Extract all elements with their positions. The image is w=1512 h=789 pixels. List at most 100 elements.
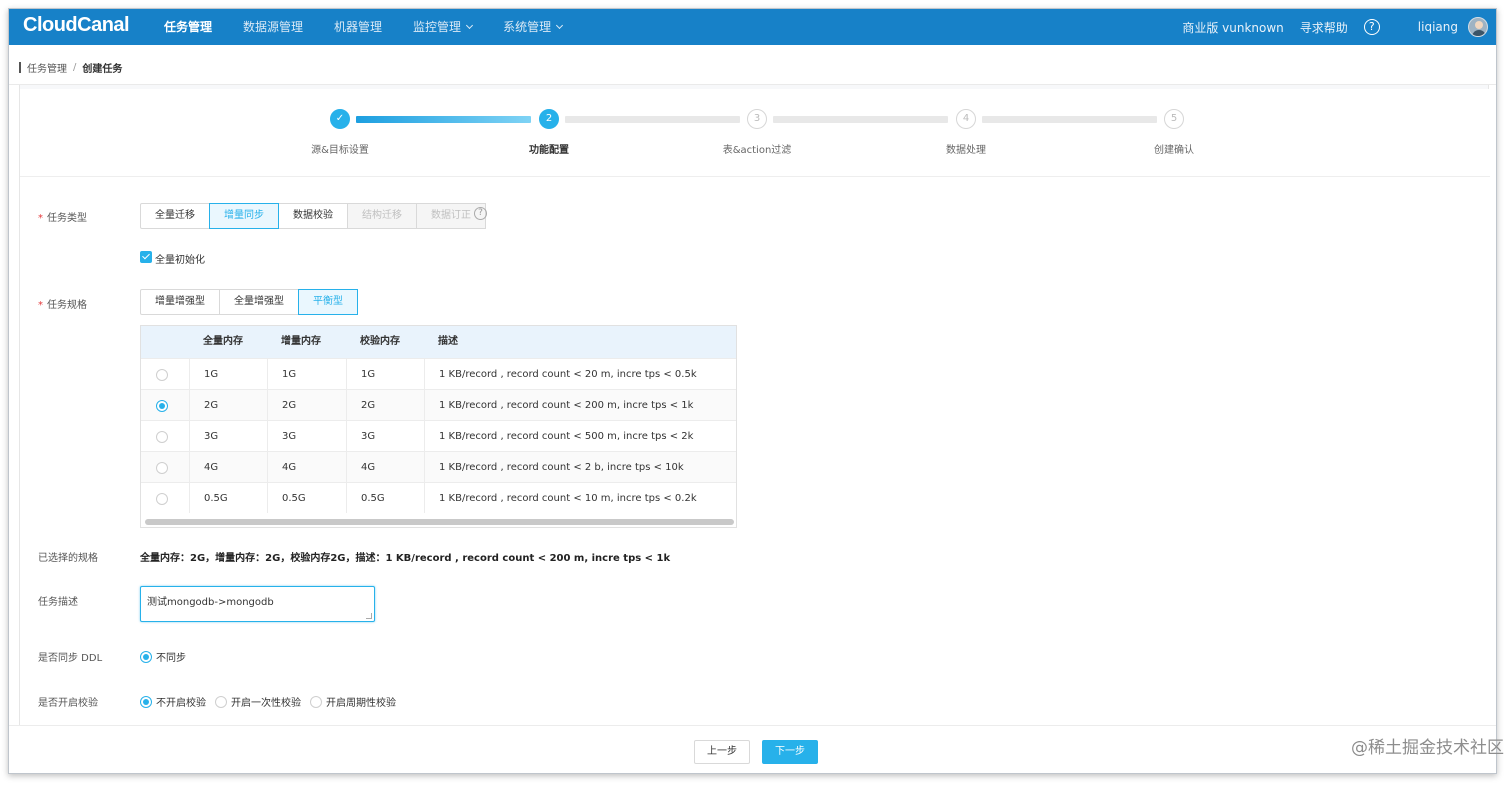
task-description-input[interactable]: 测试mongodb->mongodb (140, 586, 375, 622)
check-radio-disabled[interactable] (140, 695, 152, 708)
step-connector-2 (565, 116, 740, 123)
task-type-label: * 任务类型 (38, 209, 87, 224)
cell-incr: 1G (267, 359, 296, 389)
check-radio-periodic[interactable] (310, 695, 322, 708)
nav-item-machine-management[interactable]: 机器管理 (334, 9, 382, 45)
user-name[interactable]: liqiang (1418, 20, 1458, 34)
step-2-label: 功能配置 (529, 145, 569, 156)
breadcrumb-bar: 任务管理 / 创建任务 (9, 45, 1496, 85)
chevron-down-icon (466, 21, 474, 30)
table-row[interactable]: 4G 4G 4G 1 KB/record , record count < 2 … (141, 451, 736, 482)
next-step-button[interactable]: 下一步 (762, 740, 818, 764)
enable-check-options: 不开启校验 开启一次性校验 开启周期性校验 (140, 694, 405, 709)
task-type-selector: 全量迁移 增量同步 数据校验 结构迁移 数据订正 (140, 203, 486, 229)
spec-incremental-enhanced[interactable]: 增量增强型 (140, 289, 220, 315)
cell-full: 0.5G (189, 483, 228, 513)
required-mark: * (38, 213, 43, 224)
app-window: CloudCanal 任务管理 数据源管理 机器管理 监控管理 系统管理 商业版… (8, 8, 1497, 774)
chevron-down-icon (556, 21, 564, 30)
cloudcanal-logo[interactable]: CloudCanal (23, 14, 130, 37)
cell-check: 0.5G (346, 483, 385, 513)
task-type-incremental-sync[interactable]: 增量同步 (209, 203, 279, 229)
task-type-schema-migration: 结构迁移 (347, 203, 417, 229)
breadcrumb-current: 创建任务 (82, 64, 123, 75)
task-type-data-check[interactable]: 数据校验 (278, 203, 348, 229)
table-row[interactable]: 3G 3G 3G 1 KB/record , record count < 50… (141, 420, 736, 451)
step-connector-3 (773, 116, 948, 123)
col-incr-memory: 增量内存 (281, 336, 321, 347)
edition-label: 商业版 vunknown (1182, 20, 1284, 35)
cell-full: 4G (189, 452, 218, 482)
task-description-value: 测试mongodb->mongodb (147, 597, 274, 608)
avatar[interactable] (1468, 17, 1488, 37)
breadcrumb: 任务管理 / 创建任务 (19, 60, 122, 75)
enable-check-label: 是否开启校验 (38, 698, 98, 709)
row-radio[interactable] (156, 462, 168, 474)
footer-actions: 上一步 下一步 (9, 725, 1496, 773)
main-nav: 任务管理 数据源管理 机器管理 监控管理 系统管理 (164, 9, 593, 45)
nav-item-task-management[interactable]: 任务管理 (164, 9, 212, 45)
cell-desc: 1 KB/record , record count < 10 m, incre… (424, 483, 697, 513)
watermark-text: @稀土掘金技术社区 (1351, 738, 1504, 758)
row-radio[interactable] (156, 493, 168, 505)
row-radio[interactable] (156, 431, 168, 443)
nav-label: 系统管理 (503, 20, 552, 34)
label-text: 任务规格 (47, 300, 87, 311)
col-description: 描述 (438, 336, 458, 347)
breadcrumb-parent[interactable]: 任务管理 (27, 60, 67, 75)
step-4-circle: 4 (956, 109, 976, 129)
breadcrumb-marker (19, 62, 21, 73)
step-connector-4 (982, 116, 1157, 123)
cell-incr: 4G (267, 452, 296, 482)
nav-label: 任务管理 (164, 20, 213, 34)
previous-step-button[interactable]: 上一步 (694, 740, 750, 764)
table-row[interactable]: 2G 2G 2G 1 KB/record , record count < 20… (141, 389, 736, 420)
table-row[interactable]: 0.5G 0.5G 0.5G 1 KB/record , record coun… (141, 482, 736, 513)
help-link[interactable]: 寻求帮助 (1300, 19, 1348, 36)
full-init-checkbox[interactable] (140, 251, 152, 263)
nav-item-system-management[interactable]: 系统管理 (503, 9, 564, 45)
cell-check: 4G (346, 452, 375, 482)
row-radio[interactable] (156, 369, 168, 381)
step-3-circle: 3 (747, 109, 767, 129)
label-text: 任务类型 (47, 213, 87, 224)
cell-desc: 1 KB/record , record count < 200 m, incr… (424, 390, 693, 420)
question-icon[interactable]: ? (1363, 19, 1380, 35)
main-content: ✓ 2 3 4 5 源&目标设置 功能配置 表&action过滤 数据处理 创建… (19, 85, 1490, 773)
table-horizontal-scrollbar[interactable] (145, 519, 734, 525)
breadcrumb-separator: / (73, 62, 77, 73)
task-type-full-migration[interactable]: 全量迁移 (140, 203, 210, 229)
sync-ddl-label: 是否同步 DDL (38, 653, 103, 664)
question-icon[interactable]: ? (474, 207, 487, 220)
sync-ddl-radio-no[interactable] (140, 650, 152, 663)
required-mark: * (38, 300, 43, 311)
cell-desc: 1 KB/record , record count < 500 m, incr… (424, 421, 693, 451)
cell-full: 3G (189, 421, 218, 451)
col-check-memory: 校验内存 (360, 336, 400, 347)
row-radio[interactable] (156, 400, 168, 412)
nav-item-datasource-management[interactable]: 数据源管理 (243, 9, 303, 45)
step-5-label: 创建确认 (1154, 145, 1194, 156)
table-row[interactable]: 1G 1G 1G 1 KB/record , record count < 20… (141, 358, 736, 389)
cell-full: 2G (189, 390, 218, 420)
cell-full: 1G (189, 359, 218, 389)
task-desc-label: 任务描述 (38, 597, 78, 608)
radio-label: 开启周期性校验 (326, 698, 396, 709)
cell-check: 3G (346, 421, 375, 451)
spec-full-enhanced[interactable]: 全量增强型 (219, 289, 299, 315)
table-header: 全量内存 增量内存 校验内存 描述 (141, 326, 736, 358)
radio-label: 不同步 (156, 653, 186, 664)
resize-grip-icon[interactable] (366, 613, 372, 619)
col-full-memory: 全量内存 (203, 336, 243, 347)
spec-table: 全量内存 增量内存 校验内存 描述 1G 1G 1G 1 KB/record ,… (140, 325, 737, 528)
nav-label: 机器管理 (334, 20, 383, 34)
step-1-label: 源&目标设置 (311, 145, 369, 156)
nav-label: 数据源管理 (243, 20, 304, 34)
config-form: * 任务类型 全量迁移 增量同步 数据校验 结构迁移 数据订正 ? 全量初始化 *… (20, 177, 1490, 773)
logo-text: CloudCanal (23, 14, 130, 36)
spec-balanced[interactable]: 平衡型 (298, 289, 358, 315)
check-radio-once[interactable] (215, 695, 227, 708)
nav-item-monitor-management[interactable]: 监控管理 (413, 9, 474, 45)
step-progress: ✓ 2 3 4 5 源&目标设置 功能配置 表&action过滤 数据处理 创建… (20, 89, 1490, 177)
step-3-label: 表&action过滤 (722, 145, 792, 156)
